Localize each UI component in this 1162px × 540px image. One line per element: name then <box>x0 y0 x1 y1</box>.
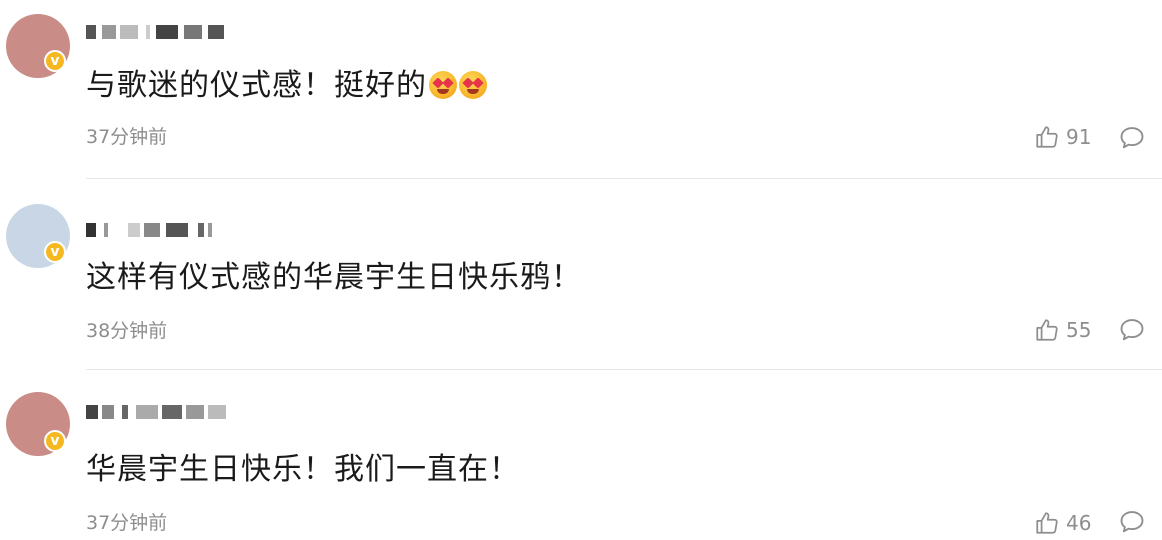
reply-button[interactable] <box>1118 316 1146 348</box>
username-blurred[interactable] <box>86 398 226 426</box>
comment-timestamp: 37分钟前 <box>86 512 168 534</box>
comment-text-body: 华晨宇生日快乐！我们一直在！ <box>86 452 520 487</box>
reply-button[interactable] <box>1118 124 1146 156</box>
comment-text: 与歌迷的仪式感！挺好的 <box>86 66 487 106</box>
verified-badge-icon: v <box>44 241 66 263</box>
comment-bubble-icon <box>1120 511 1144 533</box>
like-button[interactable]: 91 <box>1034 124 1091 150</box>
like-button[interactable]: 46 <box>1034 510 1091 536</box>
comment-timestamp: 37分钟前 <box>86 126 168 148</box>
comment-bubble-icon <box>1120 127 1144 149</box>
heart-eyes-emoji-icon <box>459 71 487 99</box>
verified-badge-icon: v <box>44 430 66 452</box>
reply-button[interactable] <box>1118 508 1146 540</box>
thumbs-up-icon <box>1036 319 1058 341</box>
username-blurred[interactable] <box>86 18 224 46</box>
comment-timestamp: 38分钟前 <box>86 320 168 342</box>
verified-badge-icon: v <box>44 50 66 72</box>
divider <box>86 369 1162 370</box>
thumbs-up-icon <box>1036 512 1058 534</box>
comment-text-body: 这样有仪式感的华晨宇生日快乐鸦！ <box>86 260 582 295</box>
like-count: 91 <box>1066 125 1092 149</box>
like-button[interactable]: 55 <box>1034 317 1091 343</box>
divider <box>86 178 1162 179</box>
heart-eyes-emoji-icon <box>429 71 457 99</box>
thumbs-up-icon <box>1036 126 1058 148</box>
comment-text-body: 与歌迷的仪式感！挺好的 <box>86 68 427 103</box>
comment-bubble-icon <box>1120 319 1144 341</box>
comment-text: 华晨宇生日快乐！我们一直在！ <box>86 450 520 490</box>
like-count: 55 <box>1066 318 1092 342</box>
username-blurred[interactable] <box>86 216 212 244</box>
like-count: 46 <box>1066 511 1092 535</box>
comment-text: 这样有仪式感的华晨宇生日快乐鸦！ <box>86 258 582 298</box>
